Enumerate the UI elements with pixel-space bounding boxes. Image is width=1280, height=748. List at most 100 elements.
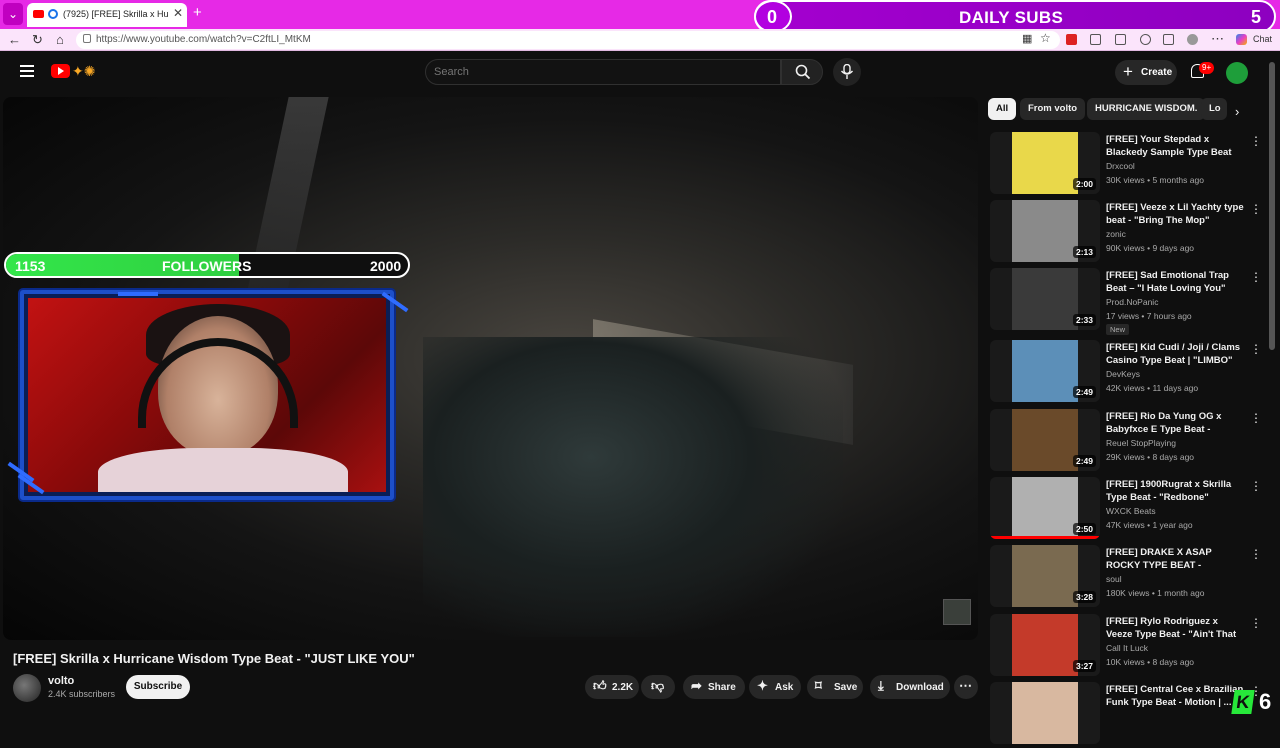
recommendation-item[interactable]: 2:49 [FREE] Rio Da Yung OG x Babyfxce E T… — [990, 409, 1265, 475]
recommendation-channel[interactable]: Call It Luck — [1106, 643, 1148, 653]
recommendation-thumbnail[interactable]: 2:49 — [990, 409, 1100, 471]
recommendation-channel[interactable]: Drxcool — [1106, 161, 1135, 171]
menu-icon[interactable] — [20, 65, 34, 77]
more-vertical-icon[interactable]: ⋮ — [1250, 479, 1262, 493]
grid-icon[interactable]: ▦ — [1022, 32, 1032, 45]
recommendation-thumbnail[interactable]: 3:27 — [990, 614, 1100, 676]
chat-label[interactable]: Chat — [1253, 34, 1272, 44]
chip-all[interactable]: All — [988, 98, 1017, 120]
subscribe-button[interactable]: Subscribe — [126, 675, 190, 699]
profile-icon[interactable] — [1187, 34, 1198, 45]
favorites-icon[interactable] — [1140, 34, 1151, 45]
thumbnail-art — [1012, 340, 1078, 402]
chevron-right-icon[interactable]: › — [1235, 104, 1239, 119]
recommendation-item[interactable]: 2:50 [FREE] 1900Rugrat x Skrilla Type Bea… — [990, 477, 1265, 543]
search-box — [425, 59, 781, 85]
recommendation-meta: 29K views • 8 days ago — [1106, 452, 1195, 462]
more-vertical-icon[interactable]: ⋮ — [1250, 342, 1262, 356]
recommendation-thumbnail[interactable]: 2:00 — [990, 132, 1100, 194]
more-vertical-icon[interactable]: ⋮ — [1250, 202, 1262, 216]
split-screen-icon[interactable] — [1115, 34, 1126, 45]
recommendation-channel[interactable]: Reuel StopPlaying — [1106, 438, 1176, 448]
like-count: 2.2K — [612, 682, 634, 693]
video-duration: 2:49 — [1072, 386, 1096, 398]
share-button[interactable]: ➦ Share — [683, 675, 745, 699]
recommendation-channel[interactable]: zonic — [1106, 229, 1126, 239]
tab-actions-menu-icon[interactable]: ⌄ — [3, 3, 23, 25]
recommendation-title[interactable]: [FREE] Veeze x Lil Yachty type beat - "B… — [1106, 201, 1246, 227]
browser-tab[interactable]: (7925) [FREE] Skrilla x Hurricane ✕ — [27, 3, 187, 27]
save-button[interactable]: ⌑ Save — [807, 675, 863, 699]
recommendation-channel[interactable]: WXCK Beats — [1106, 506, 1156, 516]
thumbs-down-icon: 👎︎ — [651, 678, 665, 693]
lock-icon — [83, 34, 91, 43]
home-icon[interactable]: ⌂ — [56, 32, 64, 47]
extensions-icon[interactable] — [1090, 34, 1101, 45]
recommendation-channel[interactable]: DevKeys — [1106, 369, 1140, 379]
refresh-icon[interactable]: ↻ — [32, 32, 43, 48]
recommendation-thumbnail[interactable]: 3:28 — [990, 545, 1100, 607]
webcam-shirt — [98, 448, 348, 492]
webcam-frame — [20, 290, 394, 500]
ask-button[interactable]: ✦ Ask — [749, 675, 801, 699]
recommendation-thumbnail[interactable]: 2:50 — [990, 477, 1100, 539]
recommendation-item[interactable]: 2:33 [FREE] Sad Emotional Trap Beat – "I … — [990, 268, 1265, 335]
copilot-icon[interactable] — [1236, 34, 1247, 45]
recommendation-title[interactable]: [FREE] Kid Cudi / Joji / Clams Casino Ty… — [1106, 341, 1246, 367]
scrollbar[interactable] — [1269, 62, 1275, 350]
search-button[interactable] — [781, 59, 823, 85]
recommendation-thumbnail[interactable]: 2:13 — [990, 200, 1100, 262]
more-vertical-icon[interactable]: ⋮ — [1250, 134, 1262, 148]
like-button[interactable]: 👍︎ 2.2K — [585, 675, 639, 699]
back-icon[interactable]: ← — [8, 32, 21, 47]
recommendation-item[interactable]: 2:00 [FREE] Your Stepdad x Blackedy Sampl… — [990, 132, 1265, 198]
create-label: Create — [1141, 67, 1173, 78]
recommendation-title[interactable]: [FREE] Rio Da Yung OG x Babyfxce E Type … — [1106, 410, 1246, 437]
recommendation-channel[interactable]: Prod.NoPanic — [1106, 297, 1158, 307]
search-input[interactable] — [434, 66, 764, 78]
recommendation-item[interactable]: 2:49 [FREE] Kid Cudi / Joji / Clams Casin… — [990, 340, 1265, 406]
create-button[interactable]: + Create — [1115, 60, 1177, 85]
recommendation-title[interactable]: [FREE] Your Stepdad x Blackedy Sample Ty… — [1106, 133, 1246, 160]
recommendation-thumbnail[interactable] — [990, 682, 1100, 744]
more-options-icon[interactable]: ⋯ — [1211, 31, 1224, 47]
more-vertical-icon[interactable]: ⋮ — [1250, 411, 1262, 425]
chip-from-channel[interactable]: From volto — [1020, 98, 1086, 120]
download-button[interactable]: ⤓ Download — [870, 675, 950, 699]
recommendation-item[interactable]: [FREE] Central Cee x Brazilian Funk Type… — [990, 682, 1265, 748]
recommendation-item[interactable]: 3:27 [FREE] Rylo Rodriguez x Veeze Type B… — [990, 614, 1265, 680]
chip-truncated[interactable]: Lo — [1201, 98, 1227, 120]
dislike-button[interactable]: 👎︎ — [641, 675, 675, 699]
followers-current: 1153 — [15, 258, 46, 274]
recommendation-title[interactable]: [FREE] Rylo Rodriguez x Veeze Type Beat … — [1106, 615, 1246, 642]
new-badge: New — [1106, 324, 1130, 335]
more-vertical-icon[interactable]: ⋮ — [1250, 616, 1262, 630]
more-vertical-icon[interactable]: ⋮ — [1250, 270, 1262, 284]
microphone-icon — [840, 64, 854, 79]
more-vertical-icon[interactable]: ⋮ — [1250, 547, 1262, 561]
recommendation-title[interactable]: [FREE] DRAKE X ASAP ROCKY TYPE BEAT - "F… — [1106, 546, 1246, 573]
recommendation-thumbnail[interactable]: 2:33 — [990, 268, 1100, 330]
account-avatar[interactable] — [1226, 62, 1248, 84]
tab-close-icon[interactable]: ✕ — [173, 6, 183, 20]
webcam-frame-stripe — [118, 292, 158, 296]
adblock-icon[interactable] — [1066, 34, 1077, 45]
collections-icon[interactable] — [1163, 34, 1174, 45]
voice-search-button[interactable] — [833, 58, 861, 86]
recommendation-thumbnail[interactable]: 2:49 — [990, 340, 1100, 402]
recommendation-title[interactable]: [FREE] Sad Emotional Trap Beat – "I Hate… — [1106, 269, 1246, 295]
channel-name[interactable]: volto — [48, 675, 74, 687]
recommendation-item[interactable]: 3:28 [FREE] DRAKE X ASAP ROCKY TYPE BEAT … — [990, 545, 1265, 611]
chip-hurricane-wisdom[interactable]: HURRICANE WISDOM. — [1087, 98, 1206, 120]
recommendation-title[interactable]: [FREE] Central Cee x Brazilian Funk Type… — [1106, 683, 1246, 709]
favorite-star-icon[interactable]: ☆ — [1040, 31, 1051, 45]
more-actions-button[interactable]: ⋯ — [954, 675, 978, 699]
youtube-logo-icon[interactable] — [51, 64, 70, 78]
new-tab-icon[interactable]: + — [193, 4, 202, 21]
youtube-doodle-icon[interactable]: ✦✺ — [72, 63, 95, 80]
recommendation-title[interactable]: [FREE] 1900Rugrat x Skrilla Type Beat - … — [1106, 478, 1246, 504]
recommendation-channel[interactable]: soul — [1106, 574, 1122, 584]
channel-avatar[interactable] — [13, 674, 41, 702]
recommendation-item[interactable]: 2:13 [FREE] Veeze x Lil Yachty type beat … — [990, 200, 1265, 266]
url-field[interactable]: https://www.youtube.com/watch?v=C2ftLI_M… — [76, 31, 1060, 49]
